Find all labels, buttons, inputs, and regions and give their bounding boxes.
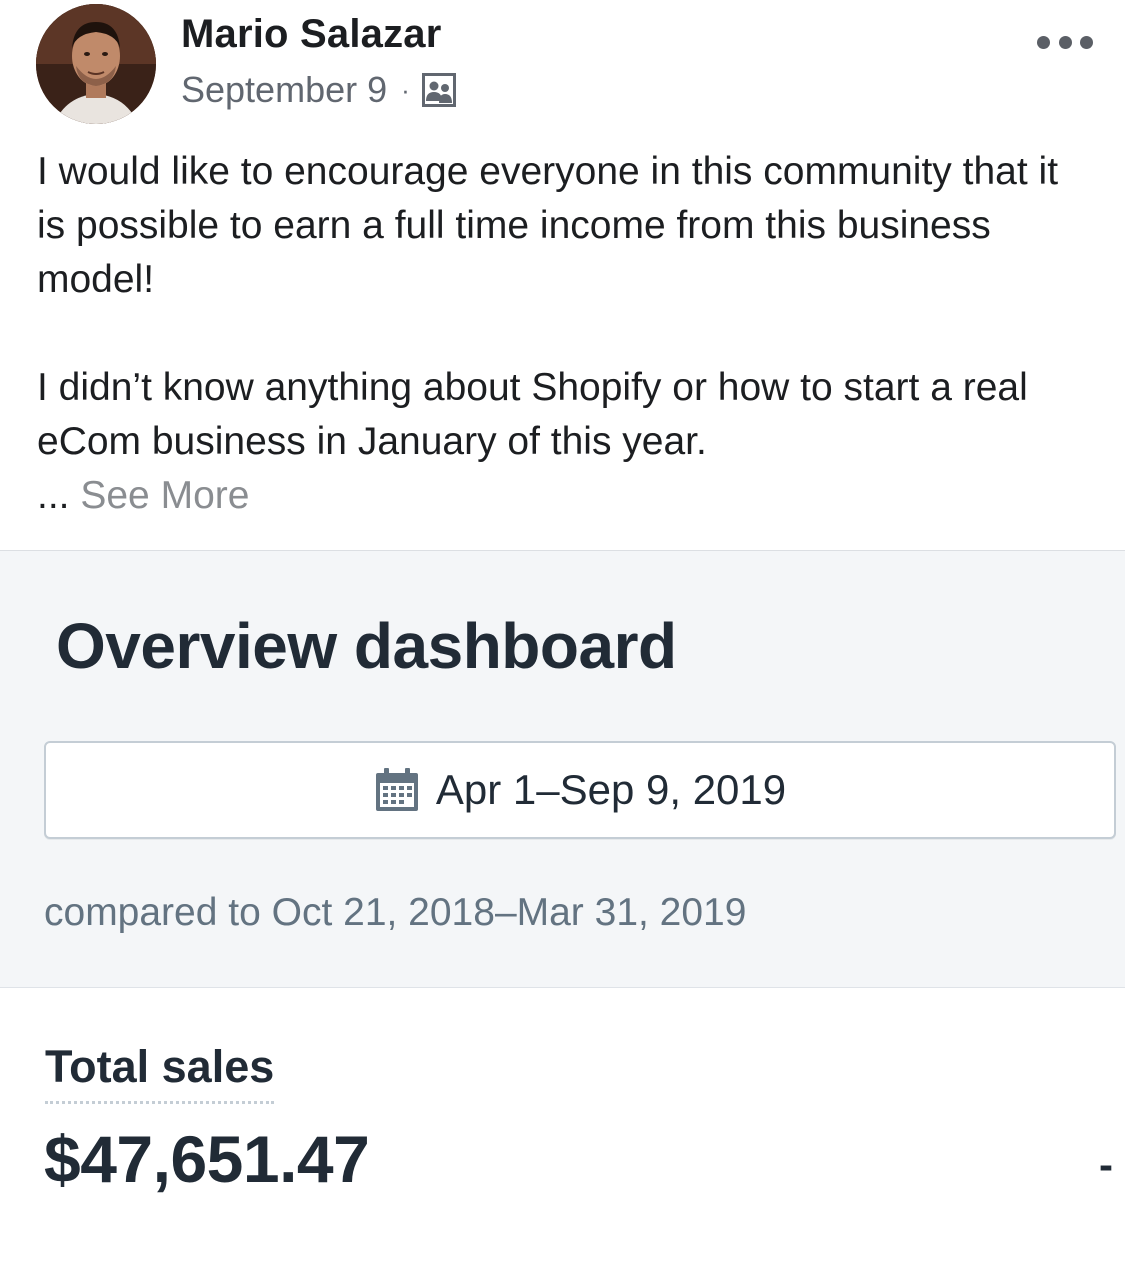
post-date[interactable]: September 9 bbox=[181, 69, 387, 111]
see-more-row: ... See More bbox=[37, 469, 1097, 523]
dashboard-header: Overview dashboard Apr 1–Sep 9, 2019 com… bbox=[0, 551, 1125, 988]
more-options-button[interactable] bbox=[1037, 30, 1093, 54]
see-more-link[interactable]: See More bbox=[80, 474, 249, 517]
post-paragraph: I would like to encourage everyone in th… bbox=[37, 150, 1059, 301]
total-sales-value: $47,651.47 bbox=[44, 1122, 370, 1196]
more-horizontal-icon bbox=[1037, 35, 1050, 49]
date-range-button[interactable]: Apr 1–Sep 9, 2019 bbox=[44, 741, 1116, 839]
date-range-label: Apr 1–Sep 9, 2019 bbox=[435, 766, 787, 813]
dashboard-title: Overview dashboard bbox=[56, 610, 677, 682]
post-meta: September 9 · bbox=[181, 68, 456, 112]
author-name[interactable]: Mario Salazar bbox=[181, 12, 442, 57]
ellipsis: ... bbox=[37, 474, 70, 517]
total-sales-label[interactable]: Total sales bbox=[45, 1041, 275, 1104]
post-image[interactable]: Overview dashboard Apr 1–Sep 9, 2019 com… bbox=[0, 550, 1125, 1264]
post-paragraph: I didn’t know anything about Shopify or … bbox=[37, 366, 1028, 463]
group-icon bbox=[421, 73, 456, 107]
post-header: Mario Salazar September 9 · bbox=[0, 0, 1125, 130]
total-sales-change: - bbox=[1099, 1141, 1113, 1188]
calendar-icon bbox=[374, 767, 420, 813]
author-avatar[interactable] bbox=[36, 4, 156, 124]
comparison-period: compared to Oct 21, 2018–Mar 31, 2019 bbox=[44, 891, 747, 934]
meta-separator: · bbox=[401, 74, 410, 105]
avatar-photo bbox=[36, 4, 156, 124]
post-body: I would like to encourage everyone in th… bbox=[37, 145, 1097, 523]
